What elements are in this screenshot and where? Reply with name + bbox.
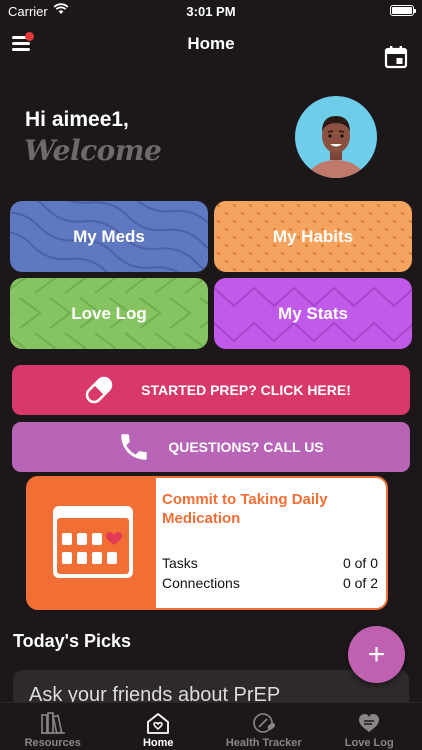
status-bar: Carrier 3:01 PM (0, 0, 422, 22)
clock: 3:01 PM (186, 4, 236, 19)
pill-bottle-icon (252, 713, 275, 733)
tab-resources[interactable]: Resources (0, 703, 106, 750)
my-meds-tile[interactable]: My Meds (10, 201, 208, 272)
calendar-heart-icon (53, 506, 133, 578)
page-title: Home (187, 34, 235, 53)
tile-label: My Habits (272, 226, 354, 246)
commit-info: Commit to Taking Daily Medication Tasks … (156, 478, 386, 608)
books-icon (40, 712, 65, 735)
tile-label: Love Log (71, 303, 147, 323)
connections-label: Connections (162, 575, 240, 591)
button-label: STARTED PREP? CLICK HERE! (141, 382, 351, 398)
avatar[interactable] (295, 96, 377, 178)
started-prep-button[interactable]: STARTED PREP? CLICK HERE! (12, 365, 410, 415)
connections-value: 0 of 2 (342, 575, 378, 591)
heart-icon (359, 714, 380, 732)
tab-label: Health Tracker (225, 737, 302, 749)
welcome-text: Welcome (24, 134, 162, 167)
tab-label: Resources (24, 737, 81, 749)
tasks-row: Tasks 0 of 0 (162, 555, 378, 571)
tab-home[interactable]: Home (106, 703, 212, 750)
tile-label: My Meds (73, 226, 145, 246)
connections-row: Connections 0 of 2 (162, 575, 378, 591)
tab-love-log[interactable]: Love Log (317, 703, 422, 750)
tab-health-tracker[interactable]: Health Tracker (211, 703, 317, 750)
tab-bar: Resources Home Health Tracker Love Log (0, 702, 422, 750)
add-button[interactable]: + (348, 626, 405, 683)
nav-bar: Home (0, 22, 422, 66)
my-habits-tile[interactable]: My Habits (214, 201, 412, 272)
love-log-tile[interactable]: Love Log (10, 278, 208, 349)
calendar-icon[interactable] (384, 45, 408, 69)
house-heart-icon (147, 713, 170, 734)
tile-label: My Stats (278, 303, 348, 323)
greeting-text: Hi aimee1, (25, 108, 129, 131)
battery-icon (390, 5, 416, 16)
tab-label: Home (142, 737, 174, 749)
person-avatar-icon (306, 116, 366, 178)
call-us-button[interactable]: QUESTIONS? CALL US (12, 422, 410, 472)
my-stats-tile[interactable]: My Stats (214, 278, 412, 349)
calendar-illustration (26, 476, 156, 610)
tasks-value: 0 of 0 (342, 555, 378, 571)
button-label: QUESTIONS? CALL US (168, 439, 324, 455)
tab-label: Love Log (344, 737, 394, 749)
commit-title: Commit to Taking Daily Medication (162, 491, 328, 527)
todays-picks-title: Today's Picks (13, 631, 132, 651)
tasks-label: Tasks (162, 555, 198, 571)
commit-card[interactable]: Commit to Taking Daily Medication Tasks … (26, 476, 388, 610)
